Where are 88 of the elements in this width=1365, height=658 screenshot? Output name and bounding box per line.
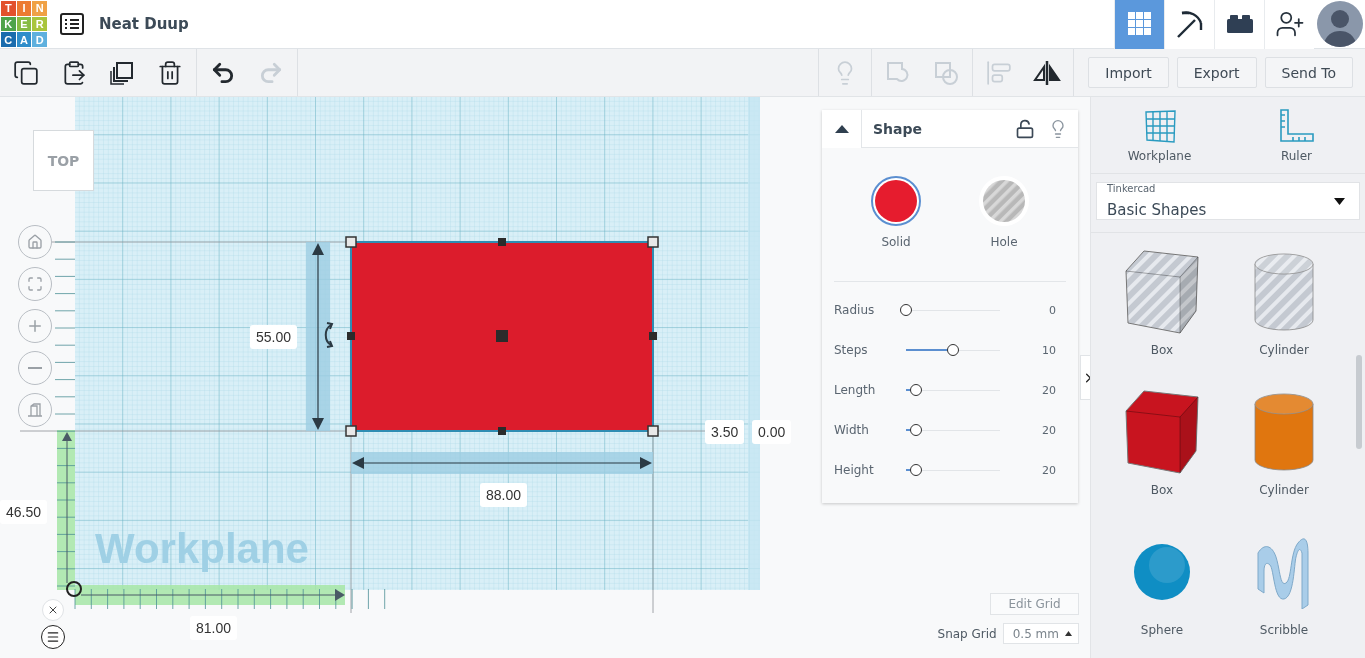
shape-tile[interactable]: Box	[1101, 247, 1223, 387]
workplane-tool[interactable]: Workplane	[1114, 109, 1205, 163]
box-icon	[1124, 389, 1200, 475]
side-handle[interactable]	[649, 332, 657, 340]
property-label: Width	[834, 423, 870, 437]
menu-icon	[46, 630, 60, 644]
design-list-button[interactable]	[59, 11, 85, 37]
measurement-label[interactable]: 0.00	[752, 420, 792, 444]
invite-button[interactable]	[1264, 0, 1314, 49]
collapse-button[interactable]	[822, 109, 862, 148]
resize-handle[interactable]	[345, 236, 357, 248]
shape-tile[interactable]: Box	[1101, 387, 1223, 527]
measurement-label[interactable]: 46.50	[0, 500, 48, 524]
plus-icon	[26, 317, 44, 335]
zoom-in-button[interactable]	[18, 309, 52, 343]
shape-tile[interactable]: Cylinder	[1223, 387, 1345, 527]
toolbar-text-button[interactable]: Send To	[1264, 57, 1353, 88]
home-icon	[27, 234, 43, 250]
panel-title: Shape	[873, 120, 923, 137]
resize-handle[interactable]	[647, 236, 659, 248]
menu-button[interactable]	[41, 625, 65, 649]
projection-button[interactable]	[18, 393, 52, 427]
copy-icon	[13, 59, 39, 86]
sphere-icon	[1133, 543, 1191, 601]
resize-handle[interactable]	[647, 425, 659, 437]
avatar[interactable]	[1317, 1, 1363, 47]
side-handle[interactable]	[498, 427, 506, 435]
ruler-tool[interactable]: Ruler	[1251, 109, 1342, 163]
brick-icon	[1225, 13, 1254, 35]
mode-option[interactable]: Hole	[974, 176, 1034, 249]
property-label: Length	[834, 383, 877, 397]
view-button[interactable]	[1214, 0, 1264, 49]
project-title: Neat Duup	[99, 15, 189, 33]
toolbar-text-button[interactable]: Import	[1088, 57, 1169, 88]
cylinder-icon	[1253, 392, 1315, 472]
center-handle[interactable]	[496, 330, 508, 342]
shape-tile[interactable]: Sphere	[1101, 527, 1223, 658]
property-label: Radius	[834, 303, 876, 317]
logo[interactable]: T I N K E R C A D	[1, 1, 47, 47]
list-icon	[60, 13, 84, 35]
minus-icon	[28, 367, 42, 369]
close-button[interactable]	[42, 599, 64, 621]
rotate-handle-icon[interactable]	[324, 322, 333, 348]
measurement-label[interactable]: 3.50	[705, 420, 745, 444]
property-value: 20	[1041, 383, 1057, 397]
zoom-out-button[interactable]	[18, 351, 52, 385]
lock-icon	[1015, 118, 1035, 139]
side-handle[interactable]	[347, 332, 355, 340]
paste-icon	[61, 59, 87, 86]
property-value: 0	[1048, 303, 1057, 317]
caret-down-icon	[1334, 197, 1345, 205]
shape-library-dropdown[interactable]: Tinkercad Basic Shapes	[1096, 182, 1360, 220]
caret-up-icon	[834, 124, 849, 133]
align-icon	[986, 59, 1013, 86]
duplicate-icon	[109, 59, 135, 86]
property-label: Steps	[834, 343, 869, 357]
property-value: 10	[1041, 343, 1057, 357]
grid-icon	[1127, 12, 1152, 36]
measurement-label[interactable]: 55.00	[250, 325, 298, 349]
property-value: 20	[1041, 463, 1057, 477]
box-hole-icon	[1124, 249, 1200, 335]
workplane-label: Workplane	[95, 525, 309, 573]
measurement-label[interactable]: 81.00	[190, 616, 238, 640]
trash-icon	[157, 59, 183, 86]
ruler-icon	[1278, 109, 1315, 143]
shape-tile[interactable]: Scribble	[1223, 527, 1345, 658]
scrollbar[interactable]	[1356, 355, 1362, 449]
property-label: Height	[834, 463, 875, 477]
toolbar-text-button[interactable]: Export	[1176, 57, 1257, 88]
snap-grid-label: Snap Grid	[937, 626, 997, 641]
measurement-label[interactable]: 88.00	[480, 483, 528, 507]
snap-grid-dropdown[interactable]: 0.5 mm	[1002, 623, 1079, 644]
caret-up-icon	[1065, 631, 1072, 636]
resize-handle[interactable]	[345, 425, 357, 437]
fit-icon	[27, 276, 43, 292]
view-button[interactable]	[1164, 0, 1214, 49]
add-user-icon	[1274, 9, 1305, 39]
cylinder-hole-icon	[1253, 252, 1315, 332]
close-icon	[47, 604, 59, 616]
mode-option[interactable]: Solid	[866, 176, 926, 249]
workplane-icon	[1142, 109, 1177, 143]
user-silhouette-icon	[1317, 1, 1363, 47]
mirror-icon	[1032, 58, 1063, 87]
home-view-button[interactable]	[18, 225, 52, 259]
cube-outline-icon	[27, 402, 43, 418]
side-handle[interactable]	[498, 238, 506, 246]
property-value: 20	[1041, 423, 1057, 437]
shape-tile[interactable]: Cylinder	[1223, 247, 1345, 387]
